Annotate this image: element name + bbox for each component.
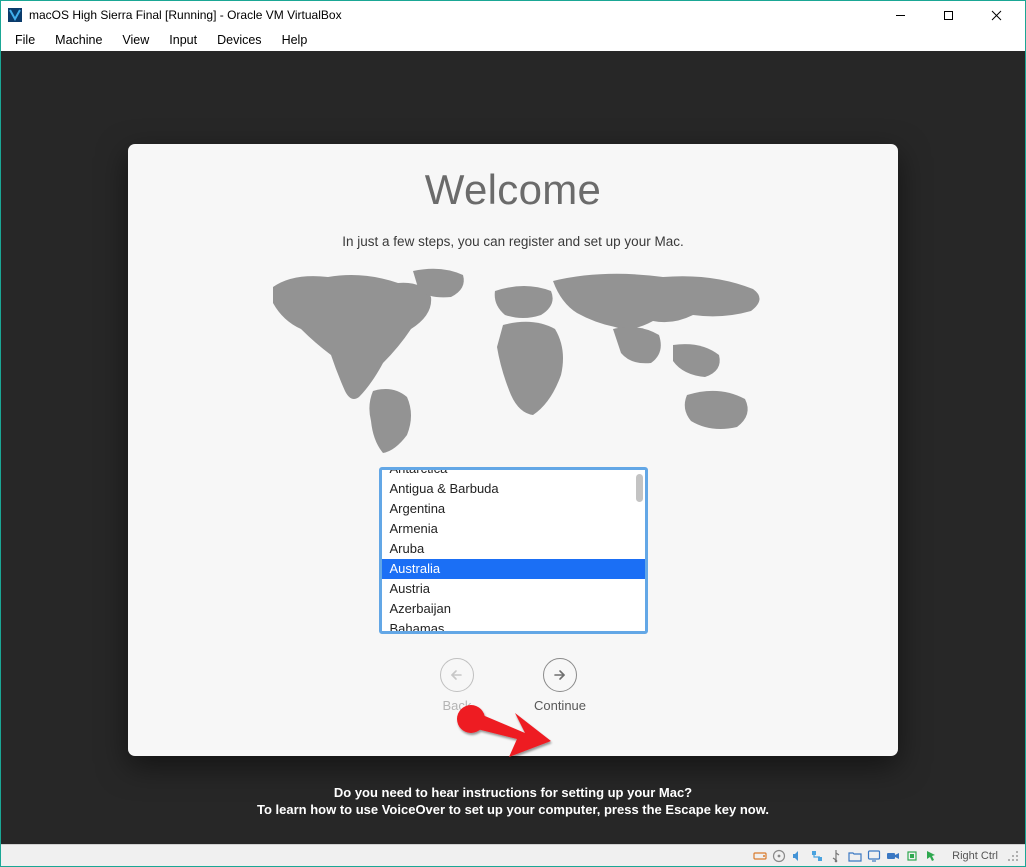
maximize-button[interactable] (933, 5, 963, 25)
continue-label: Continue (534, 698, 586, 713)
optical-disc-icon[interactable] (771, 848, 787, 864)
world-map-image (233, 263, 793, 459)
country-item[interactable]: Armenia (382, 519, 645, 539)
back-label: Back (443, 698, 472, 713)
country-item[interactable]: Argentina (382, 499, 645, 519)
setup-title: Welcome (425, 166, 601, 214)
host-key-indicator: Right Ctrl (948, 849, 1002, 863)
menu-machine[interactable]: Machine (47, 31, 110, 49)
display-icon[interactable] (866, 848, 882, 864)
recording-icon[interactable] (885, 848, 901, 864)
scrollbar-thumb[interactable] (636, 474, 643, 502)
network-icon[interactable] (809, 848, 825, 864)
window-title: macOS High Sierra Final [Running] - Orac… (29, 8, 885, 22)
instructions-line2: To learn how to use VoiceOver to set up … (1, 801, 1025, 819)
setup-subtitle: In just a few steps, you can register an… (342, 234, 683, 249)
country-item[interactable]: Austria (382, 579, 645, 599)
close-button[interactable] (981, 5, 1011, 25)
cpu-icon[interactable] (904, 848, 920, 864)
menubar: File Machine View Input Devices Help (1, 29, 1025, 51)
country-item[interactable]: Azerbaijan (382, 599, 645, 619)
continue-button[interactable]: Continue (534, 658, 586, 713)
menu-devices[interactable]: Devices (209, 31, 269, 49)
audio-icon[interactable] (790, 848, 806, 864)
country-item[interactable]: Antigua & Barbuda (382, 479, 645, 499)
back-button[interactable]: Back (440, 658, 474, 713)
instructions-line1: Do you need to hear instructions for set… (1, 784, 1025, 802)
country-item[interactable]: Antarctica (382, 467, 645, 479)
minimize-button[interactable] (885, 5, 915, 25)
resize-grip-icon[interactable] (1007, 850, 1019, 862)
setup-assistant-window: Welcome In just a few steps, you can reg… (128, 144, 898, 756)
shared-folder-icon[interactable] (847, 848, 863, 864)
statusbar: Right Ctrl (1, 844, 1025, 866)
menu-file[interactable]: File (7, 31, 43, 49)
menu-help[interactable]: Help (274, 31, 316, 49)
mouse-integration-icon[interactable] (923, 848, 939, 864)
hard-disk-icon[interactable] (752, 848, 768, 864)
usb-icon[interactable] (828, 848, 844, 864)
titlebar: macOS High Sierra Final [Running] - Orac… (1, 1, 1025, 29)
window-controls (885, 5, 1019, 25)
country-item[interactable]: Australia (382, 559, 645, 579)
country-listbox[interactable]: AntarcticaAntigua & BarbudaArgentinaArme… (379, 467, 648, 634)
vm-display[interactable]: Welcome In just a few steps, you can reg… (1, 51, 1025, 844)
country-item[interactable]: Aruba (382, 539, 645, 559)
virtualbox-icon (7, 7, 23, 23)
country-item[interactable]: Bahamas (382, 619, 645, 634)
menu-view[interactable]: View (114, 31, 157, 49)
voiceover-instructions: Do you need to hear instructions for set… (1, 784, 1025, 819)
menu-input[interactable]: Input (161, 31, 205, 49)
